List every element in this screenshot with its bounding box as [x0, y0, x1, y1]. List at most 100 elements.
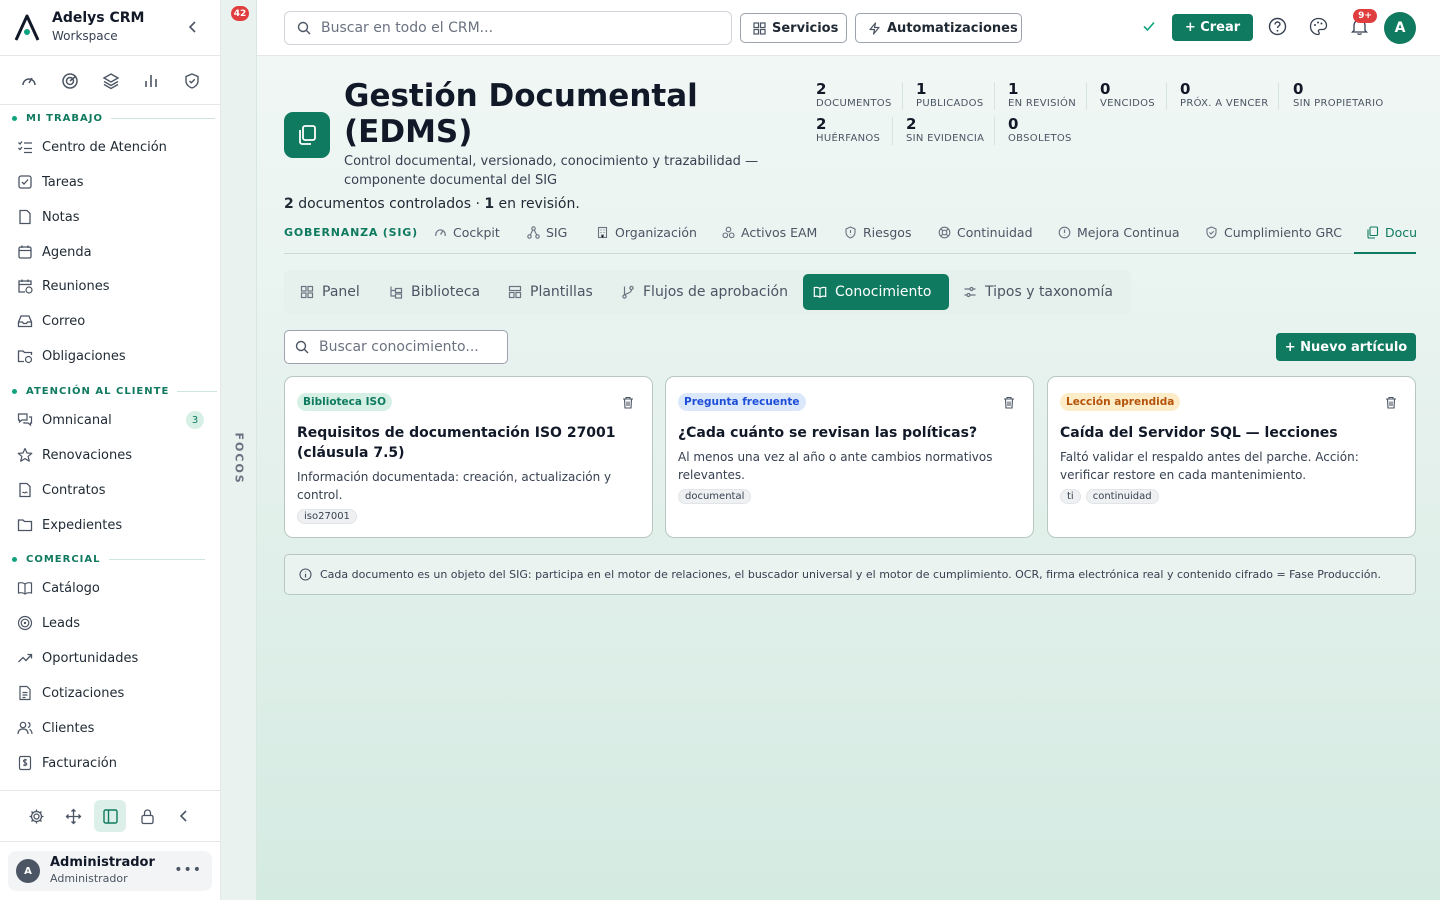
gear-icon[interactable] — [20, 800, 52, 832]
tab-documental[interactable]: Docu — [1366, 225, 1417, 240]
tab-sig[interactable]: SIG — [527, 225, 567, 240]
sidebar-item-correo[interactable]: Correo — [16, 308, 206, 334]
sidebar-item-catalogo[interactable]: Catálogo — [16, 575, 206, 601]
knowledge-search-placeholder: Buscar conocimiento... — [319, 339, 479, 355]
tab-organizacion[interactable]: Organización — [596, 225, 697, 240]
servicios-button[interactable]: Servicios — [740, 13, 847, 43]
sidebar-item-tareas[interactable]: Tareas — [16, 169, 206, 195]
gauge-icon — [434, 226, 447, 239]
focus-rail[interactable]: 42 FOCOS — [221, 0, 257, 900]
sidebar-item-label: Correo — [42, 313, 86, 329]
card-summary: Al menos una vez al año o ante cambios n… — [678, 450, 993, 482]
sidebar-item-cotizaciones[interactable]: Cotizaciones — [16, 680, 206, 706]
omnicanal-count-badge: 3 — [186, 411, 204, 429]
bar-chart-icon[interactable] — [140, 70, 162, 92]
sidebar-item-omnicanal[interactable]: Omnicanal 3 — [16, 407, 206, 433]
stat-vencidos: 0 VENCIDOS — [1100, 80, 1155, 109]
card-summary: Faltó validar el respaldo antes del parc… — [1060, 450, 1359, 482]
target-icon — [16, 614, 34, 632]
sidebar-item-contratos[interactable]: Contratos — [16, 477, 206, 503]
more-horizontal-icon[interactable]: ••• — [174, 862, 202, 878]
sidebar-item-centro-atencion[interactable]: Centro de Atención — [16, 134, 206, 160]
help-circle-icon[interactable] — [1268, 17, 1287, 36]
tab-biblioteca[interactable]: Biblioteca — [379, 274, 490, 310]
sidebar-item-expedientes[interactable]: Expedientes — [16, 512, 206, 538]
tab-activos-eam[interactable]: Activos EAM — [722, 225, 817, 240]
sidebar-tools — [20, 800, 200, 832]
tab-flujos-aprobacion[interactable]: Flujos de aprobación — [611, 274, 798, 310]
tab-tipos-taxonomia[interactable]: Tipos y taxonomía — [953, 274, 1123, 310]
list-checks-icon — [16, 138, 34, 156]
sidebar-item-agenda[interactable]: Agenda — [16, 239, 206, 265]
book-open-icon — [813, 285, 827, 299]
checkbox-icon — [16, 173, 34, 191]
layers-icon[interactable] — [100, 70, 122, 92]
star-icon — [16, 446, 34, 464]
tab-cumplimiento-grc[interactable]: Cumplimiento GRC — [1205, 225, 1342, 240]
sidebar-item-facturacion[interactable]: Facturación — [16, 750, 206, 776]
section-label-mi-trabajo: MI TRABAJO — [12, 113, 215, 124]
knowledge-card[interactable]: Pregunta frecuente ¿Cada cuánto se revis… — [665, 376, 1034, 538]
avatar: A — [16, 859, 40, 883]
tab-riesgos[interactable]: Riesgos — [844, 225, 911, 240]
tag[interactable]: continuidad — [1085, 489, 1159, 504]
lock-icon[interactable] — [131, 800, 163, 832]
card-title: Requisitos de documentación ISO 27001 (c… — [297, 425, 616, 461]
user-profile-card[interactable]: A Administrador Administrador ••• — [8, 851, 212, 891]
module-tabs: GOBERNANZA (SIG) Cockpit SIG Organizació… — [284, 218, 1417, 254]
chevron-left-icon[interactable] — [186, 20, 200, 34]
knowledge-search-input[interactable]: Buscar conocimiento... — [284, 330, 508, 364]
shield-check-icon[interactable] — [181, 70, 203, 92]
move-icon[interactable] — [57, 800, 89, 832]
gauge-icon[interactable] — [18, 70, 40, 92]
avatar[interactable]: A — [1384, 12, 1416, 44]
sidebar-item-notas[interactable]: Notas — [16, 204, 206, 230]
section-label-comercial: COMERCIAL — [12, 554, 205, 565]
file-text-icon — [16, 684, 34, 702]
tab-continuidad[interactable]: Continuidad — [938, 225, 1033, 240]
sidebar-item-clientes[interactable]: Clientes — [16, 715, 206, 741]
new-article-button[interactable]: + Nuevo artículo — [1276, 333, 1416, 361]
tab-plantillas[interactable]: Plantillas — [498, 274, 603, 310]
search-icon — [297, 21, 311, 35]
tab-panel[interactable]: Panel — [290, 274, 370, 310]
global-search-input[interactable]: Buscar en todo el CRM... — [284, 11, 732, 45]
sidebar-item-label: Catálogo — [42, 580, 100, 596]
trash-icon[interactable] — [1385, 396, 1397, 409]
quick-actions — [18, 70, 203, 92]
sidebar-item-reuniones[interactable]: Reuniones — [16, 273, 206, 299]
tab-mejora-continua[interactable]: Mejora Continua — [1058, 225, 1180, 240]
palette-icon[interactable] — [1309, 17, 1328, 36]
chevron-left-icon[interactable] — [168, 800, 200, 832]
documents-icon — [284, 112, 330, 158]
calendar-icon — [16, 243, 34, 261]
card-title: Caída del Servidor SQL — lecciones — [1060, 425, 1338, 441]
sidebar-item-label: Facturación — [42, 755, 117, 771]
boxes-icon — [722, 226, 735, 239]
sync-check-icon — [1142, 19, 1156, 33]
sidebar-item-label: Notas — [42, 209, 80, 225]
building-icon — [596, 226, 609, 239]
panel-left-icon[interactable] — [94, 800, 126, 832]
radar-icon[interactable] — [59, 70, 81, 92]
knowledge-card[interactable]: Biblioteca ISO Requisitos de documentaci… — [284, 376, 653, 538]
sidebar-item-obligaciones[interactable]: Obligaciones — [16, 343, 206, 369]
sidebar-item-leads[interactable]: Leads — [16, 610, 206, 636]
trash-icon[interactable] — [622, 396, 634, 409]
tab-conocimiento[interactable]: Conocimiento — [803, 274, 949, 310]
page-summary: 2 documentos controlados · 1 en revisión… — [284, 196, 580, 212]
automatizaciones-button[interactable]: Automatizaciones — [855, 13, 1022, 43]
sidebar-item-label: Obligaciones — [42, 348, 126, 364]
knowledge-card[interactable]: Lección aprendida Caída del Servidor SQL… — [1047, 376, 1416, 538]
info-icon — [299, 568, 312, 581]
tab-cockpit[interactable]: Cockpit — [434, 225, 500, 240]
sidebar-item-renovaciones[interactable]: Renovaciones — [16, 442, 206, 468]
trash-icon[interactable] — [1003, 396, 1015, 409]
user-role: Administrador — [50, 872, 128, 885]
tag[interactable]: documental — [678, 489, 752, 504]
sidebar-item-oportunidades[interactable]: Oportunidades — [16, 645, 206, 671]
tag[interactable]: ti — [1060, 489, 1081, 504]
create-button[interactable]: + Crear — [1172, 14, 1253, 41]
tag[interactable]: iso27001 — [297, 509, 357, 524]
sidebar-item-label: Leads — [42, 615, 81, 631]
